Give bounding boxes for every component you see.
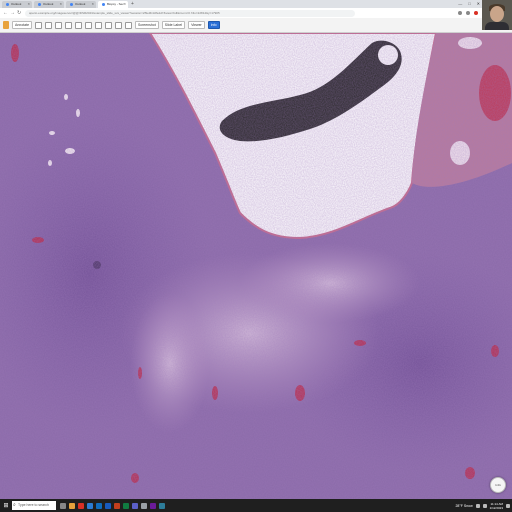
close-icon[interactable]: ✕ — [91, 1, 94, 8]
chrome-icon[interactable] — [78, 502, 84, 509]
webcam-overlay — [482, 0, 512, 30]
taskbar: ⊞ Type here to search 28°F Snow 11:14 AM… — [0, 499, 512, 512]
presenter-body — [485, 22, 509, 30]
slide-label-button[interactable]: Slide Label — [161, 21, 186, 29]
screen: Outlook ✕ Outlook ✕ Outlook ✕ Biopsy - Sec ✕… — [0, 0, 512, 512]
edge-icon[interactable] — [87, 502, 93, 509]
annotate-button[interactable]: Annotate — [12, 21, 33, 29]
app-icon[interactable] — [159, 502, 165, 509]
tab-label: Outlook — [11, 2, 22, 6]
text-tool-icon[interactable] — [75, 21, 83, 29]
app-icon[interactable] — [150, 502, 156, 509]
teams-icon[interactable] — [132, 502, 138, 509]
task-view-icon[interactable] — [60, 502, 66, 509]
tab-label: Outlook — [75, 2, 86, 6]
tab-label: Biopsy - Sec — [107, 2, 124, 6]
zoom-in-icon[interactable] — [115, 21, 123, 29]
presenter-face — [490, 6, 504, 22]
clock-time: 11:14 AM — [490, 501, 503, 506]
browser-tab-active[interactable]: Biopsy - Sec ✕ — [98, 1, 128, 8]
network-icon[interactable] — [475, 503, 480, 508]
taskbar-apps — [60, 502, 165, 509]
extension-icon[interactable] — [458, 11, 462, 15]
window-controls: — □ ✕ — [458, 0, 480, 8]
redo-icon[interactable] — [105, 21, 113, 29]
viewer-logo-icon — [3, 21, 9, 29]
slide-viewport[interactable]: 1.0x — [0, 33, 512, 499]
close-icon[interactable]: ✕ — [59, 1, 62, 8]
extension-icons — [458, 9, 478, 15]
taskbar-search-input[interactable]: Type here to search — [12, 501, 56, 510]
clock-date: 1/12/2023 — [489, 505, 503, 510]
arrow-tool-icon[interactable] — [85, 21, 93, 29]
minimize-button[interactable]: — — [458, 0, 462, 8]
windows-start-icon[interactable]: ⊞ — [2, 502, 10, 510]
browser-tab-strip: Outlook ✕ Outlook ✕ Outlook ✕ Biopsy - Sec ✕… — [0, 0, 512, 8]
notification-icon[interactable] — [506, 503, 510, 508]
tab-favicon-icon — [70, 2, 73, 6]
outlook-icon[interactable] — [96, 502, 102, 509]
ruler-tool-icon[interactable] — [65, 21, 73, 29]
pen-tool-icon[interactable] — [55, 21, 63, 29]
rectangle-tool-icon[interactable] — [45, 21, 53, 29]
tab-favicon-icon — [6, 2, 9, 6]
viewer-toolbar: Annotate Screenshot Slide Label Viewer I… — [0, 18, 512, 33]
extension-icon[interactable] — [466, 11, 470, 15]
reload-icon[interactable]: ↻ — [17, 10, 21, 16]
profile-icon[interactable] — [474, 11, 478, 15]
powerpoint-icon[interactable] — [114, 502, 120, 509]
close-icon[interactable]: ✕ — [27, 1, 30, 8]
word-icon[interactable] — [105, 502, 111, 509]
zoom-level-button[interactable]: 1.0x — [490, 477, 506, 493]
pan-tool-icon[interactable] — [35, 21, 43, 29]
system-tray: 28°F Snow 11:14 AM 1/12/2023 — [455, 499, 510, 512]
close-icon[interactable]: ✕ — [123, 1, 126, 8]
close-window-button[interactable]: ✕ — [477, 0, 480, 8]
tab-favicon-icon — [38, 2, 41, 6]
app-icon[interactable] — [141, 502, 147, 509]
maximize-button[interactable]: □ — [468, 0, 470, 8]
histology-slide-image — [0, 33, 512, 499]
zoom-out-icon[interactable] — [125, 21, 133, 29]
url-field[interactable]: aperio.example.org/imageserver/@@/DSR202… — [25, 9, 355, 17]
tissue-texture — [0, 33, 512, 499]
tab-favicon-icon — [102, 2, 105, 6]
volume-icon[interactable] — [482, 503, 487, 508]
browser-tab[interactable]: Outlook ✕ — [34, 1, 64, 8]
tab-label: Outlook — [43, 2, 54, 6]
file-explorer-icon[interactable] — [69, 502, 75, 509]
back-icon[interactable]: ← — [3, 10, 8, 16]
excel-icon[interactable] — [123, 502, 129, 509]
clock[interactable]: 11:14 AM 1/12/2023 — [490, 502, 503, 510]
info-button[interactable]: Info — [207, 21, 220, 29]
browser-tab[interactable]: Outlook ✕ — [2, 1, 32, 8]
viewer-button[interactable]: Viewer — [188, 21, 205, 29]
screenshot-button[interactable]: Screenshot — [135, 21, 159, 29]
new-tab-icon[interactable]: + — [131, 1, 134, 8]
forward-icon[interactable]: → — [10, 10, 15, 16]
undo-icon[interactable] — [95, 21, 103, 29]
browser-tab[interactable]: Outlook ✕ — [66, 1, 96, 8]
weather-status[interactable]: 28°F Snow — [455, 504, 472, 508]
